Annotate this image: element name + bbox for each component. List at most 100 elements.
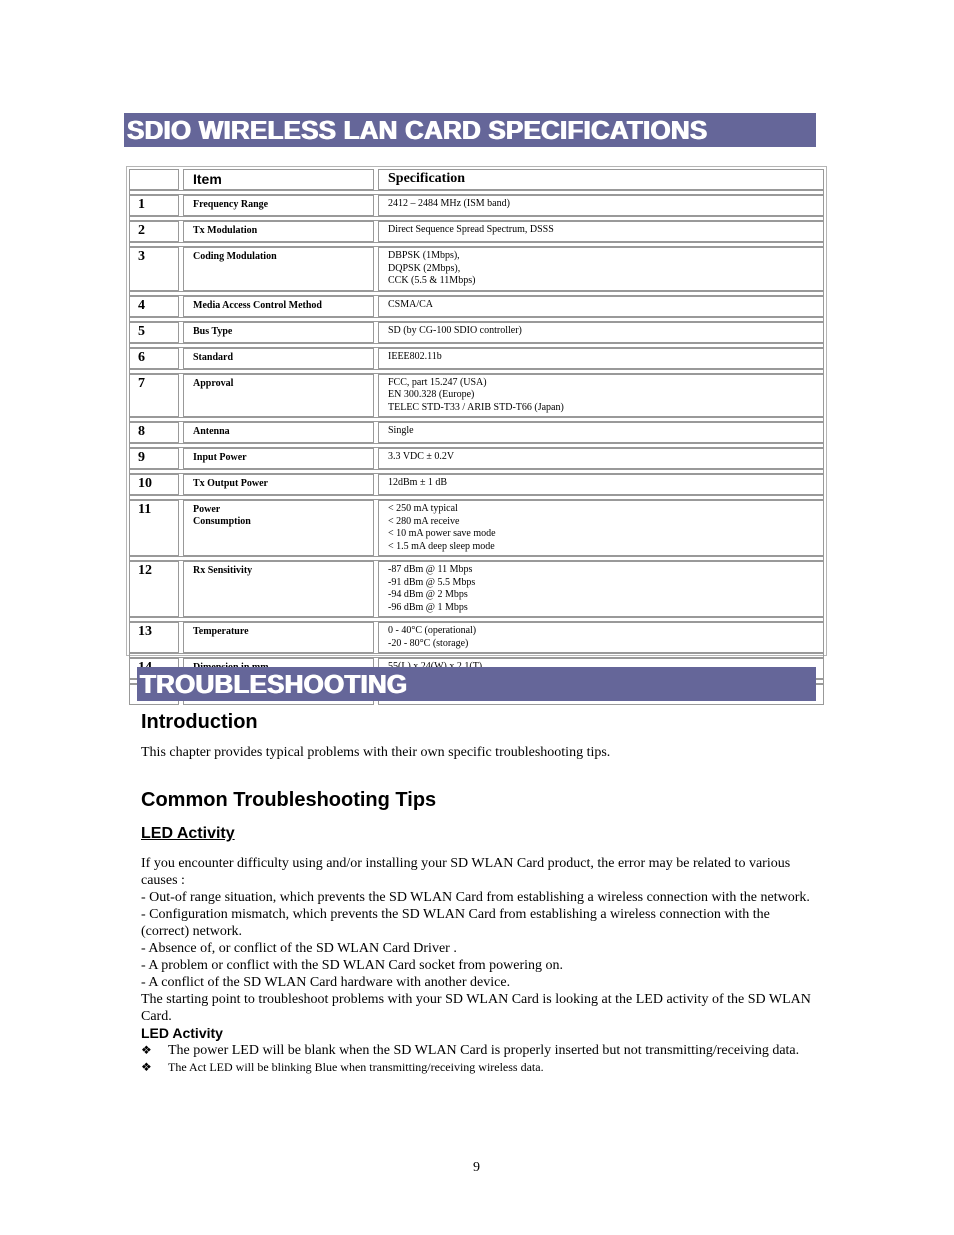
- item-name: Rx Sensitivity: [183, 561, 374, 617]
- diamond-bullet-icon: ❖: [141, 1043, 152, 1057]
- item-line: Coding Modulation: [193, 251, 277, 262]
- item-line: Approval: [193, 377, 234, 389]
- row-number: 1: [129, 195, 179, 216]
- table-row: 3 Coding Modulation DBPSK (1Mbps), DQPSK (2…: [129, 247, 824, 291]
- item-line: Media Access Control Method: [193, 299, 322, 311]
- item-name: Power Consumption: [183, 500, 374, 556]
- table-header-row: Item Specification: [129, 169, 824, 190]
- row-number: 7: [129, 373, 179, 417]
- page-number: 9: [473, 1160, 480, 1175]
- diamond-bullet-icon: ❖: [141, 1060, 152, 1074]
- item-line: Power: [193, 504, 221, 515]
- item-name: Frequency Range: [183, 195, 374, 216]
- row-number: 4: [129, 295, 179, 317]
- table-row: 4 Media Access Control Method CSMA/CA: [129, 295, 824, 317]
- table-row: 12 Rx Sensitivity -87 dBm @ 11 Mbps -91 dBm…: [129, 561, 824, 617]
- specification-value: 3.3 VDC ± 0.2V: [378, 448, 824, 469]
- spec-line: -96 dBm @ 1 Mbps: [388, 601, 468, 613]
- spec-line: -20 - 80°C (storage): [388, 637, 469, 649]
- item-name: Tx Modulation: [183, 221, 374, 242]
- table-row: 1 Frequency Range 2412 – 2484 MHz (ISM ban…: [129, 195, 824, 216]
- table-row: 7 Approval FCC, part 15.247 (USA) EN 300.32…: [129, 373, 824, 417]
- specification-value: SD (by CG-100 SDIO controller): [378, 321, 824, 343]
- spec-line: 2412 – 2484 MHz (ISM band): [388, 198, 510, 209]
- row-number: 11: [129, 500, 179, 556]
- item-line: Input Power: [193, 452, 247, 463]
- item-line: Bus Type: [193, 325, 233, 337]
- row-number: 13: [129, 622, 179, 653]
- specification-value: IEEE802.11b: [378, 347, 824, 369]
- table-row: 9 Input Power 3.3 VDC ± 0.2V: [129, 448, 824, 469]
- row-number: 10: [129, 474, 179, 495]
- item-name: Standard: [183, 347, 374, 369]
- spec-line: SD (by CG-100 SDIO controller): [388, 324, 522, 336]
- item-name: Antenna: [183, 422, 374, 443]
- row-number: 12: [129, 561, 179, 617]
- table-row: 11 Power Consumption < 250 mA typical < 280 …: [129, 500, 824, 556]
- item-name: Bus Type: [183, 321, 374, 343]
- row-number: 3: [129, 247, 179, 291]
- spec-line: CCK (5.5 & 11Mbps): [388, 275, 476, 286]
- item-name: Input Power: [183, 448, 374, 469]
- table-row: 10 Tx Output Power 12dBm ± 1 dB: [129, 474, 824, 495]
- introduction-text: This chapter provides typical problems w…: [141, 745, 611, 760]
- item-name: Media Access Control Method: [183, 295, 374, 317]
- item-line: Antenna: [193, 426, 230, 437]
- spec-line: < 1.5 mA deep sleep mode: [388, 540, 495, 552]
- item-name: Tx Output Power: [183, 474, 374, 495]
- item-name: Coding Modulation: [183, 247, 374, 291]
- specification-value: 12dBm ± 1 dB: [378, 474, 824, 495]
- paragraph: - A conflict of the SD WLAN Card hardwar…: [141, 975, 511, 990]
- item-line: Rx Sensitivity: [193, 565, 253, 576]
- spec-line: 12dBm ± 1 dB: [388, 477, 448, 488]
- row-number: 2: [129, 221, 179, 242]
- troubleshooting-body: If you encounter difficulty using and/or…: [141, 855, 817, 1075]
- introduction-heading: Introduction: [141, 711, 258, 733]
- spec-line: FCC, part 15.247 (USA): [388, 376, 487, 388]
- item-name: Temperature: [183, 622, 374, 653]
- table-row: 6 Standard IEEE802.11b: [129, 347, 824, 369]
- specification-value: 0 - 40°C (operational) -20 - 80°C (storag…: [378, 622, 824, 653]
- paragraph: If you encounter difficulty using and/or…: [141, 856, 791, 888]
- specification-value: Single: [378, 422, 824, 443]
- paragraph: - Configuration mismatch, which prevents…: [141, 907, 770, 939]
- specification-value: DBPSK (1Mbps), DQPSK (2Mbps), CCK (5.5 & 1…: [378, 247, 824, 291]
- bullet-item: ❖ The Act LED will be blinking Blue when…: [141, 1059, 817, 1075]
- header-item: Item: [183, 169, 374, 190]
- spec-line: 3.3 VDC ± 0.2V: [388, 451, 455, 462]
- common-tips-heading: Common Troubleshooting Tips: [141, 789, 437, 811]
- specs-section-title: SDIO WIRELESS LAN CARD SPECIFICATIONS: [124, 113, 816, 147]
- item-line: Frequency Range: [193, 199, 269, 210]
- specification-value: FCC, part 15.247 (USA) EN 300.328 (Europe…: [378, 373, 824, 417]
- specification-value: Direct Sequence Spread Spectrum, DSSS: [378, 221, 824, 242]
- row-number: 6: [129, 347, 179, 369]
- spec-line: < 250 mA typical: [388, 503, 458, 514]
- item-name: Approval: [183, 373, 374, 417]
- item-line: Tx Output Power: [193, 478, 268, 489]
- spec-line: -87 dBm @ 11 Mbps: [388, 564, 473, 575]
- spec-line: DQPSK (2Mbps),: [388, 262, 461, 274]
- paragraph: - Absence of, or conflict of the SD WLAN…: [141, 941, 457, 956]
- spec-line: Direct Sequence Spread Spectrum, DSSS: [388, 224, 554, 235]
- specification-value: < 250 mA typical < 280 mA receive < 10 mA …: [378, 500, 824, 556]
- spec-line: TELEC STD-T33 / ARIB STD-T66 (Japan): [388, 401, 564, 413]
- table-row: 8 Antenna Single: [129, 422, 824, 443]
- item-line: Temperature: [193, 626, 249, 637]
- spec-line: IEEE802.11b: [388, 350, 442, 362]
- led-activity-subheading: LED Activity: [141, 1025, 223, 1041]
- header-num-cell: [129, 169, 179, 190]
- troubleshooting-title: TROUBLESHOOTING: [137, 667, 816, 701]
- paragraph: - A problem or conflict with the SD WLAN…: [141, 958, 563, 973]
- spec-line: EN 300.328 (Europe): [388, 389, 475, 400]
- item-line: Standard: [193, 351, 234, 363]
- specification-value: -87 dBm @ 11 Mbps -91 dBm @ 5.5 Mbps -94 d…: [378, 561, 824, 617]
- specification-value: 2412 – 2484 MHz (ISM band): [378, 195, 824, 216]
- bullet-text: The power LED will be blank when the SD …: [168, 1043, 800, 1058]
- specification-value: CSMA/CA: [378, 295, 824, 317]
- paragraph: - Out-of range situation, which prevents…: [141, 890, 810, 905]
- spec-line: -94 dBm @ 2 Mbps: [388, 589, 468, 600]
- table-row: 13 Temperature 0 - 40°C (operational) -20 -…: [129, 622, 824, 653]
- row-number: 5: [129, 321, 179, 343]
- spec-table: Item Specification 1 Frequency Range 2412 …: [129, 169, 824, 705]
- spec-line: -91 dBm @ 5.5 Mbps: [388, 576, 476, 588]
